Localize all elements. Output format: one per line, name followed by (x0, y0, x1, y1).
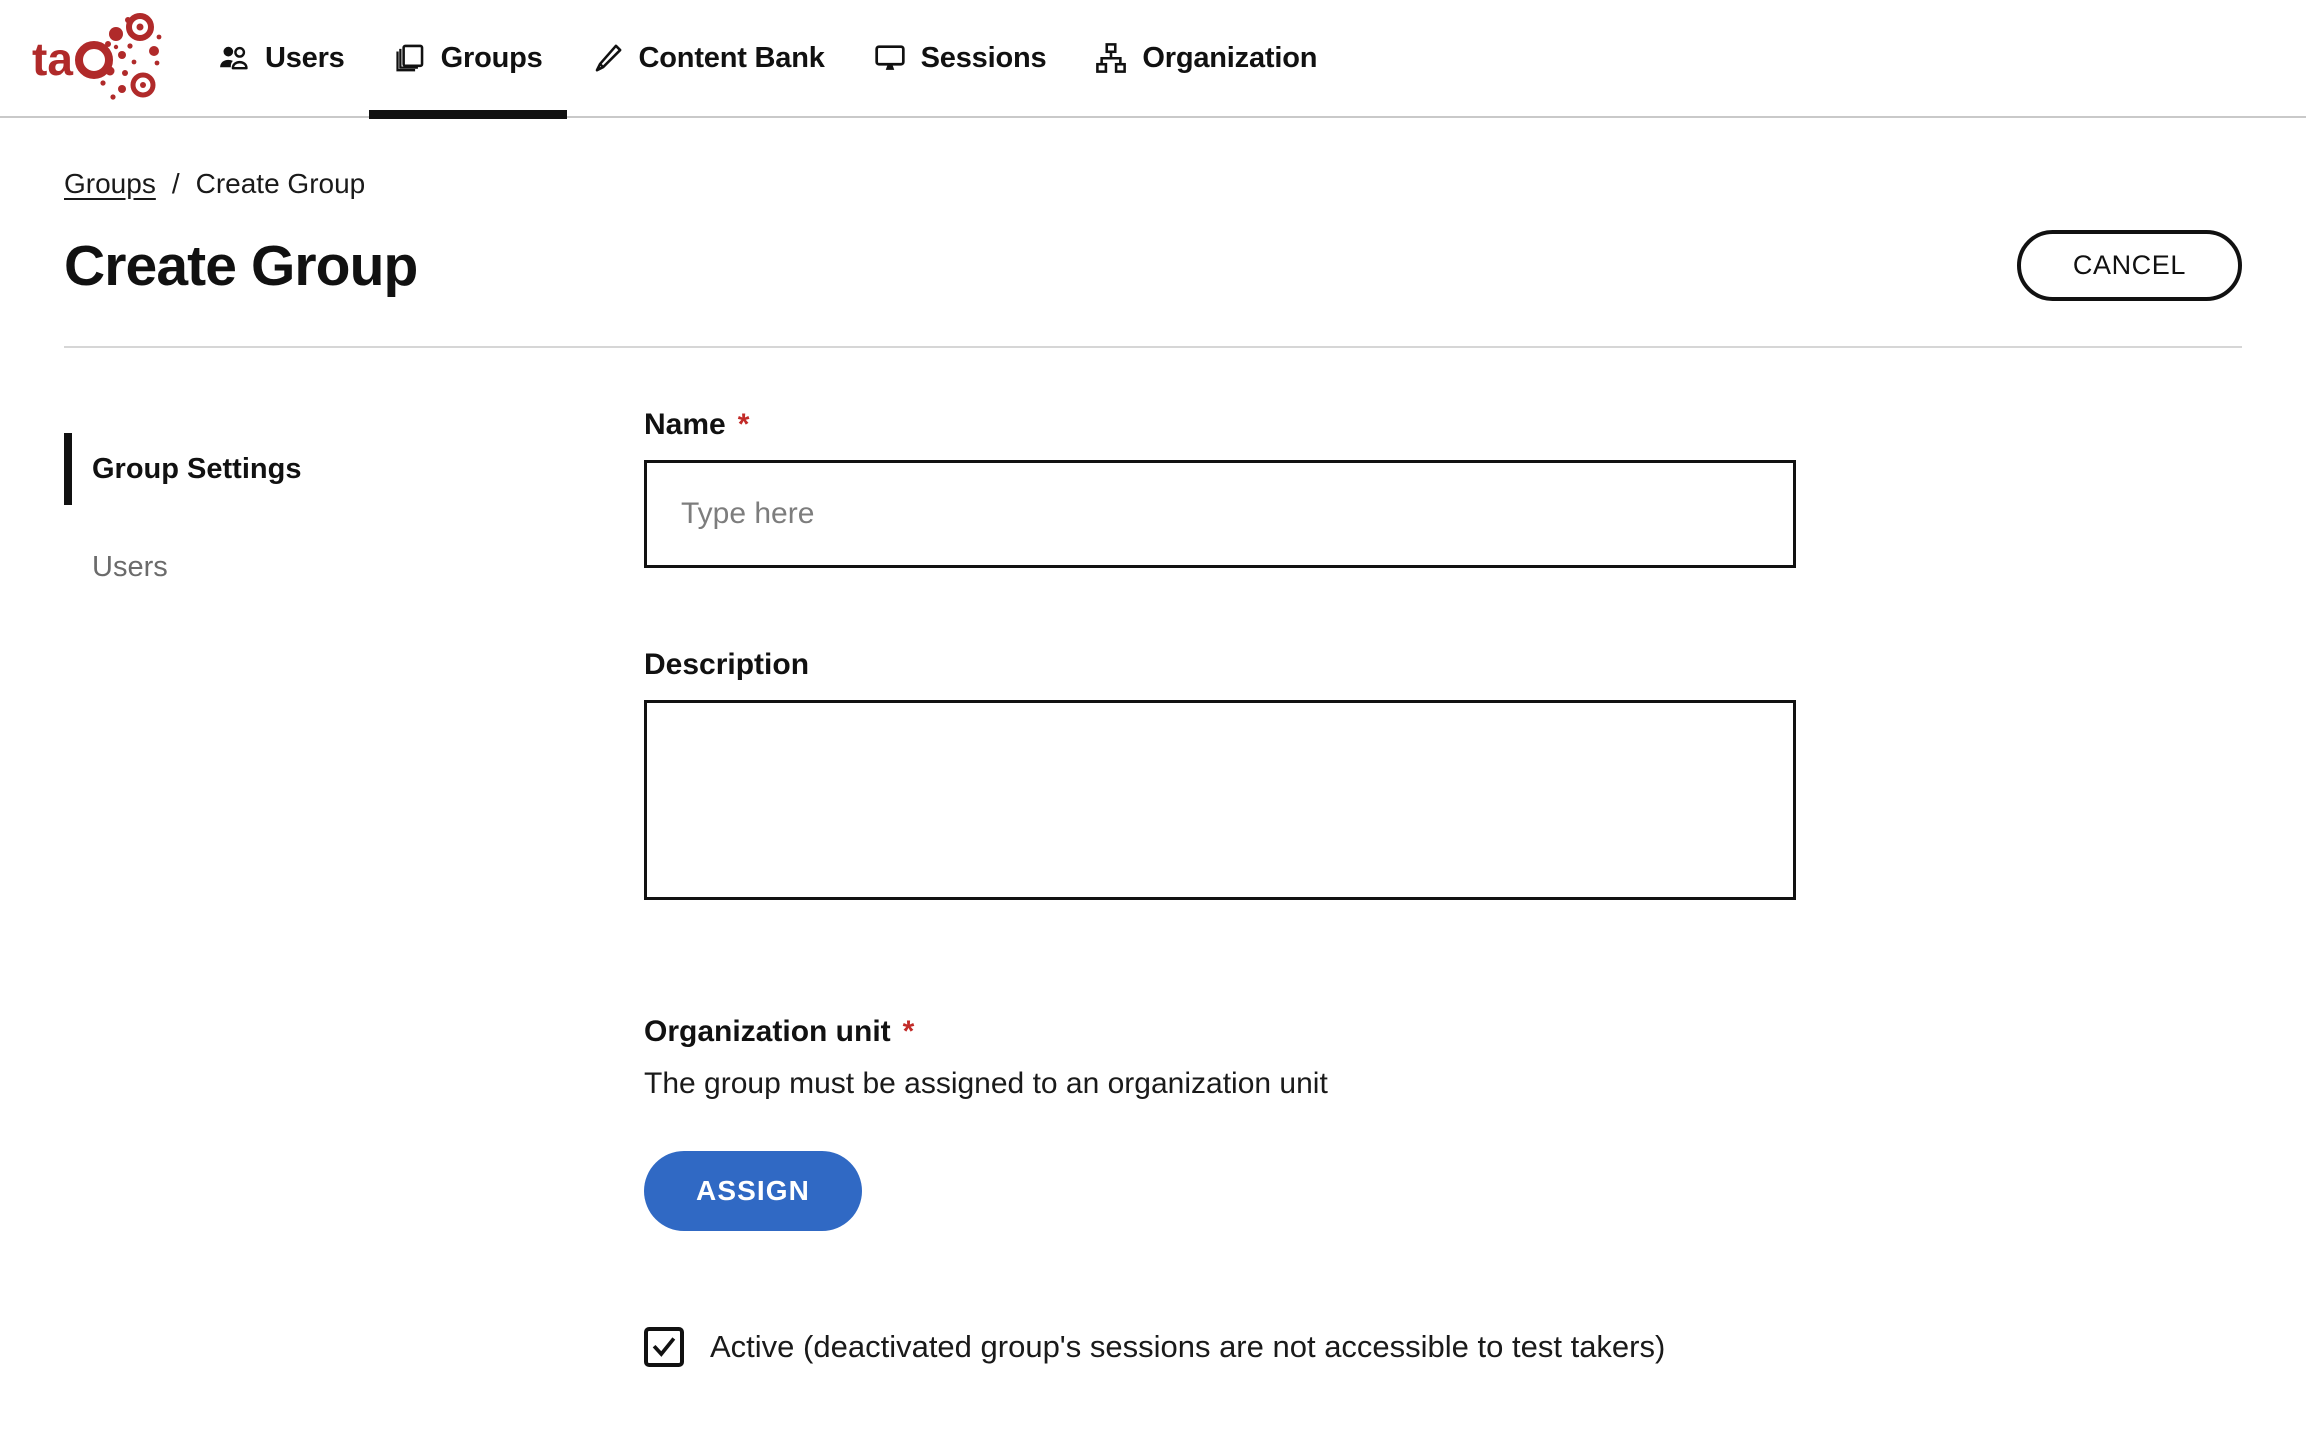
nav-item-content-bank-label: Content Bank (638, 41, 825, 74)
organization-unit-label-row: Organization unit * (644, 1015, 1804, 1049)
top-nav-items: Users Groups Content Bank Sessions Organ… (193, 0, 1341, 119)
active-checkbox-row[interactable]: Active (deactivated group's sessions are… (644, 1327, 1804, 1367)
name-input[interactable] (644, 460, 1796, 568)
name-field-group: Name * (644, 408, 1804, 568)
name-required-asterisk: * (737, 408, 750, 441)
description-label-row: Description (644, 648, 1804, 682)
nav-item-organization[interactable]: Organization (1070, 0, 1341, 117)
sidebar-item-users-label: Users (92, 550, 168, 583)
nav-item-groups-label: Groups (440, 41, 543, 74)
sidebar-item-group-settings[interactable]: Group Settings (64, 433, 644, 505)
page-header-row: Create Group CANCEL (0, 200, 2306, 301)
breadcrumb-separator: / (171, 168, 180, 199)
monitor-icon (873, 41, 907, 75)
group-settings-form: Name * Description Organization unit * T… (644, 408, 1804, 1367)
assign-button[interactable]: ASSIGN (644, 1151, 862, 1231)
name-label-row: Name * (644, 408, 1804, 442)
active-checkbox-label: Active (deactivated group's sessions are… (710, 1329, 1666, 1364)
description-field-group: Description (644, 648, 1804, 905)
page-title: Create Group (64, 233, 418, 298)
name-label: Name (644, 408, 726, 441)
nav-item-groups[interactable]: Groups (368, 0, 567, 119)
org-chart-icon (1094, 41, 1128, 75)
nav-item-users[interactable]: Users (193, 0, 369, 117)
nav-item-sessions[interactable]: Sessions (849, 0, 1071, 117)
organization-unit-label: Organization unit (644, 1015, 891, 1048)
organization-unit-helper-text: The group must be assigned to an organiz… (644, 1067, 1328, 1100)
form-sidebar: Group Settings Users (64, 408, 644, 1367)
breadcrumb-current: Create Group (195, 168, 366, 199)
sidebar-item-group-settings-label: Group Settings (92, 452, 302, 485)
nav-item-sessions-label: Sessions (920, 41, 1047, 74)
svg-text:ta: ta (32, 33, 73, 85)
users-icon (217, 41, 251, 75)
spacer-description-orgunit (644, 905, 1804, 1015)
description-label: Description (644, 648, 810, 681)
breadcrumb: Groups / Create Group (64, 168, 2242, 200)
organization-unit-group: Organization unit * The group must be as… (644, 1015, 1804, 1231)
breadcrumb-groups-link[interactable]: Groups (64, 168, 156, 200)
nav-item-users-label: Users (265, 41, 345, 74)
nav-item-content-bank[interactable]: Content Bank (567, 0, 849, 117)
cancel-button[interactable]: CANCEL (2016, 230, 2242, 301)
top-navigation-bar: ta Users Groups Content Bank Sessions Or… (0, 0, 2306, 119)
content-area: Group Settings Users Name * Description (0, 348, 2306, 1367)
pencil-icon (591, 41, 625, 75)
organization-unit-required-asterisk: * (902, 1015, 915, 1048)
stacked-squares-icon (393, 41, 427, 75)
nav-item-organization-label: Organization (1142, 41, 1318, 74)
page-body: Groups / Create Group Create Group CANCE… (0, 118, 2306, 1367)
breadcrumb-wrapper: Groups / Create Group (0, 118, 2306, 200)
description-textarea[interactable] (644, 700, 1796, 900)
active-checkbox[interactable] (644, 1327, 684, 1367)
spacer-name-description (644, 568, 1804, 648)
tao-logo[interactable]: ta (30, 13, 165, 103)
sidebar-item-users[interactable]: Users (64, 531, 644, 603)
